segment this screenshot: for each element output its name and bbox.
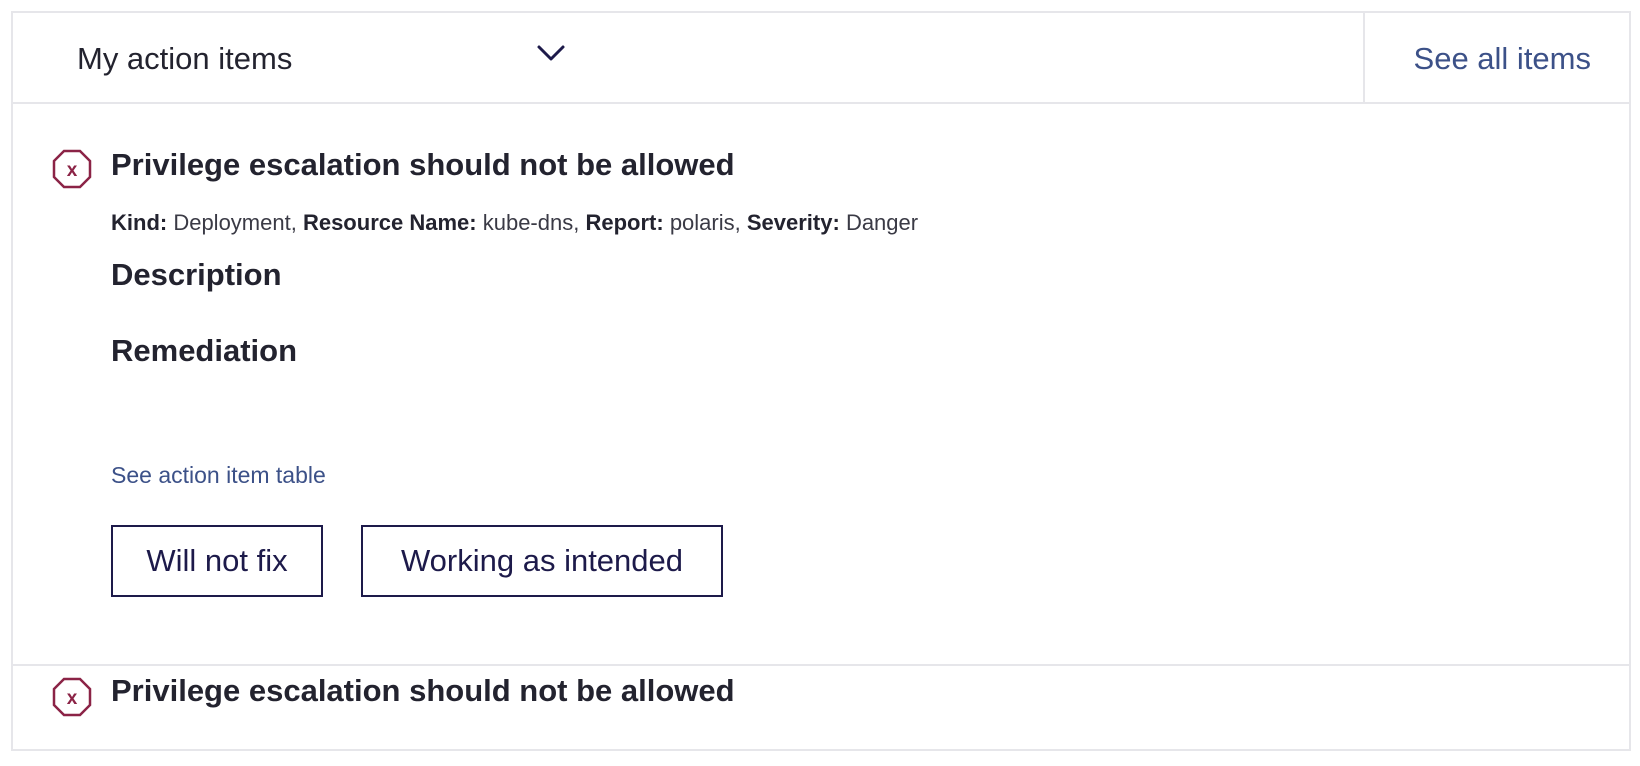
action-item: x Privilege escalation should not be all…: [13, 666, 1629, 766]
will-not-fix-button[interactable]: Will not fix: [111, 525, 323, 597]
see-action-item-table-link[interactable]: See action item table: [111, 462, 326, 489]
header-divider: [1363, 13, 1365, 102]
report-value: polaris: [669, 210, 735, 235]
chevron-down-icon: [537, 45, 565, 61]
description-heading: Description: [111, 257, 282, 292]
working-as-intended-button[interactable]: Working as intended: [361, 525, 723, 597]
resource-name-label: Resource Name:: [302, 210, 477, 235]
svg-text:x: x: [67, 160, 78, 181]
see-all-items-link[interactable]: See all items: [1414, 41, 1591, 77]
severity-label: Severity:: [746, 210, 840, 235]
kind-label: Kind:: [111, 210, 168, 235]
severity-value: Danger: [845, 210, 919, 235]
resource-name-value: kube-dns: [482, 210, 574, 235]
report-label: Report:: [585, 210, 664, 235]
panel-header: My action items See all items: [13, 13, 1629, 104]
action-items-panel: My action items See all items x Privileg…: [11, 11, 1631, 751]
remediation-heading: Remediation: [111, 333, 298, 368]
action-item: x Privilege escalation should not be all…: [13, 102, 1629, 666]
svg-text:x: x: [67, 688, 78, 709]
danger-octagon-icon: x: [52, 149, 92, 189]
kind-value: Deployment: [173, 210, 291, 235]
action-item-meta: Kind: Deployment, Resource Name: kube-dn…: [111, 210, 919, 235]
dropdown-label: My action items: [77, 41, 293, 76]
action-item-title: Privilege escalation should not be allow…: [111, 673, 735, 708]
action-item-title: Privilege escalation should not be allow…: [111, 147, 735, 182]
action-items-dropdown[interactable]: My action items: [77, 13, 565, 102]
danger-octagon-icon: x: [52, 677, 92, 717]
